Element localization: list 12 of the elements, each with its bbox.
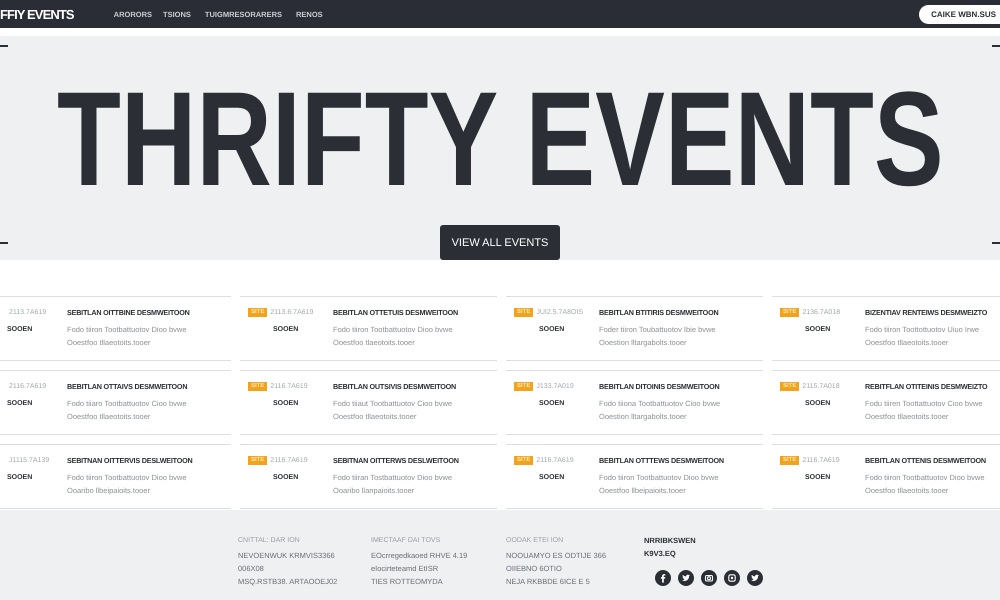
view-all-button[interactable]: VIEW ALL EVENTS [440, 225, 560, 260]
f-letter-icon[interactable] [655, 570, 671, 586]
tick-mark [992, 242, 1000, 244]
bird-icon[interactable] [747, 570, 763, 586]
tick-mark [0, 45, 8, 47]
tick-mark [992, 45, 1000, 47]
logo[interactable]: FFIY EVENTS [0, 6, 74, 22]
bird-icon[interactable] [678, 570, 694, 586]
camera-icon[interactable] [701, 570, 717, 586]
tick-mark [0, 242, 8, 244]
hero-title: THRIFTY EVENTS [56, 73, 944, 207]
header-button[interactable]: CAIKE WBN.SUS [919, 4, 1000, 24]
